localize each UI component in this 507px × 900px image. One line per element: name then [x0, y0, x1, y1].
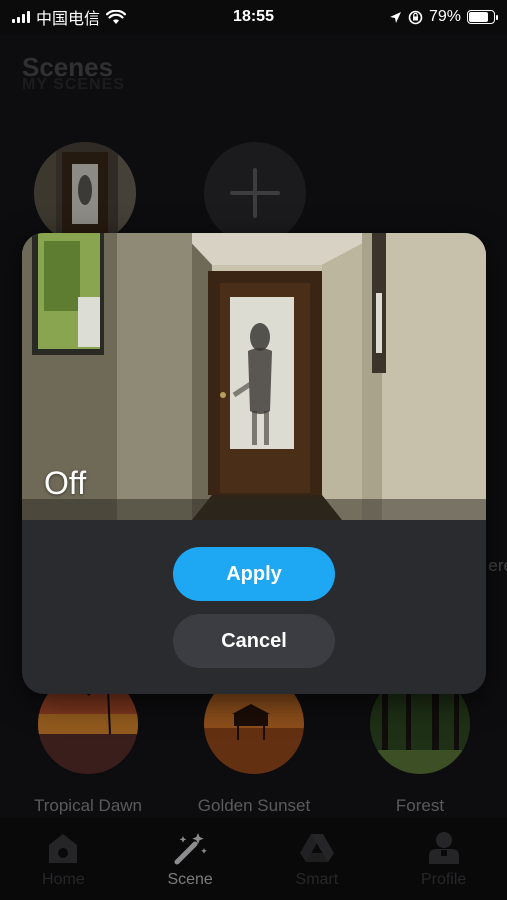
- status-left: 中国电信: [12, 5, 127, 29]
- rotation-lock-icon: [408, 10, 423, 24]
- location-arrow-icon: [389, 11, 401, 23]
- wifi-icon: [106, 9, 127, 24]
- carrier-label: 中国电信: [36, 11, 101, 28]
- battery-level: [469, 12, 488, 22]
- status-right: 79%: [389, 8, 498, 26]
- scene-preview-image: [22, 233, 486, 520]
- cancel-button[interactable]: Cancel: [173, 614, 335, 668]
- status-time: 18:55: [233, 8, 274, 25]
- signal-icon: [12, 11, 30, 23]
- scene-apply-dialog: Off Apply Cancel: [22, 233, 486, 694]
- battery-percent: 79%: [428, 8, 461, 25]
- apply-button[interactable]: Apply: [173, 547, 335, 601]
- status-bar: 中国电信 18:55 79%: [0, 0, 507, 34]
- scene-name: Off: [44, 465, 87, 501]
- battery-icon: [467, 10, 498, 24]
